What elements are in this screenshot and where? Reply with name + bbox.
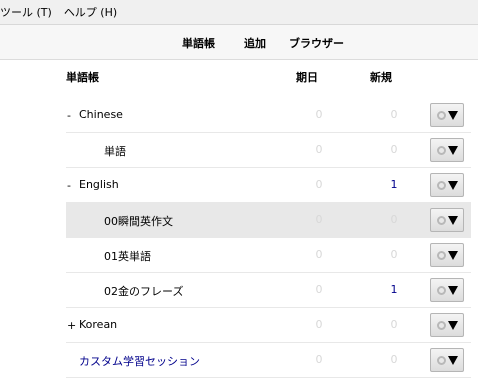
dropdown-arrow-icon: [447, 145, 458, 155]
collapse-toggle[interactable]: -: [67, 179, 77, 192]
header-new: 新規: [370, 71, 392, 84]
due-count: 0: [315, 143, 323, 156]
due-count: 0: [315, 108, 323, 121]
due-count: 0: [315, 353, 323, 366]
gear-icon: [436, 320, 446, 330]
new-count: 0: [390, 213, 398, 226]
deck-row[interactable]: + Korean 0 0: [66, 308, 471, 343]
dropdown-arrow-icon: [447, 215, 458, 225]
deck-row[interactable]: 単語 0 0: [66, 133, 471, 168]
deck-options-button[interactable]: [430, 173, 464, 197]
deck-options-button[interactable]: [430, 208, 464, 232]
due-count: 0: [315, 213, 323, 226]
dropdown-arrow-icon: [447, 285, 458, 295]
deck-row[interactable]: - English 0 1: [66, 168, 471, 203]
dropdown-arrow-icon: [447, 320, 458, 330]
dropdown-arrow-icon: [447, 180, 458, 190]
header-due: 期日: [296, 71, 318, 84]
deck-name-link[interactable]: 01英単語: [104, 248, 151, 264]
menu-tools[interactable]: ツール (T): [0, 4, 58, 20]
new-count: 0: [390, 353, 398, 366]
new-count: 1: [390, 283, 398, 296]
new-count: 0: [390, 108, 398, 121]
dropdown-arrow-icon: [447, 355, 458, 365]
gear-icon: [436, 215, 446, 225]
top-nav: 単語帳 追加 ブラウザー: [0, 25, 478, 60]
expand-toggle[interactable]: +: [67, 319, 77, 332]
new-count: 0: [390, 143, 398, 156]
gear-icon: [436, 180, 446, 190]
deck-name-link[interactable]: 02金のフレーズ: [104, 283, 183, 299]
deck-row[interactable]: カスタム学習セッション 0 0: [66, 343, 471, 378]
deck-name-link[interactable]: English: [79, 178, 119, 191]
header-deck: 単語帳: [66, 71, 99, 84]
deck-row[interactable]: - Chinese 0 0: [66, 98, 471, 133]
deck-name-link[interactable]: Korean: [79, 318, 117, 331]
gear-icon: [436, 250, 446, 260]
deck-name-link[interactable]: Chinese: [79, 108, 123, 121]
nav-add-link[interactable]: 追加: [244, 35, 266, 51]
collapse-toggle[interactable]: -: [67, 109, 77, 122]
deck-row[interactable]: 00瞬間英作文 0 0: [66, 203, 471, 238]
new-count: 0: [390, 248, 398, 261]
deck-options-button[interactable]: [430, 138, 464, 162]
due-count: 0: [315, 248, 323, 261]
deck-options-button[interactable]: [430, 348, 464, 372]
deck-name-link[interactable]: カスタム学習セッション: [79, 353, 200, 369]
due-count: 0: [315, 178, 323, 191]
deck-options-button[interactable]: [430, 243, 464, 267]
dropdown-arrow-icon: [447, 250, 458, 260]
deck-name-link[interactable]: 00瞬間英作文: [104, 213, 173, 229]
new-count: 0: [390, 318, 398, 331]
deck-options-button[interactable]: [430, 103, 464, 127]
new-count: 1: [390, 178, 398, 191]
deck-options-button[interactable]: [430, 278, 464, 302]
deck-options-button[interactable]: [430, 313, 464, 337]
gear-icon: [436, 145, 446, 155]
deck-name-link[interactable]: 単語: [104, 143, 126, 159]
nav-browse-link[interactable]: ブラウザー: [289, 35, 344, 51]
deck-row[interactable]: 02金のフレーズ 0 1: [66, 273, 471, 308]
menu-help[interactable]: ヘルプ (H): [58, 4, 123, 20]
gear-icon: [436, 110, 446, 120]
gear-icon: [436, 285, 446, 295]
dropdown-arrow-icon: [447, 110, 458, 120]
menu-bar: ツール (T) ヘルプ (H): [0, 0, 478, 25]
due-count: 0: [315, 283, 323, 296]
deck-row[interactable]: 01英単語 0 0: [66, 238, 471, 273]
nav-decks-link[interactable]: 単語帳: [182, 35, 215, 51]
due-count: 0: [315, 318, 323, 331]
gear-icon: [436, 355, 446, 365]
